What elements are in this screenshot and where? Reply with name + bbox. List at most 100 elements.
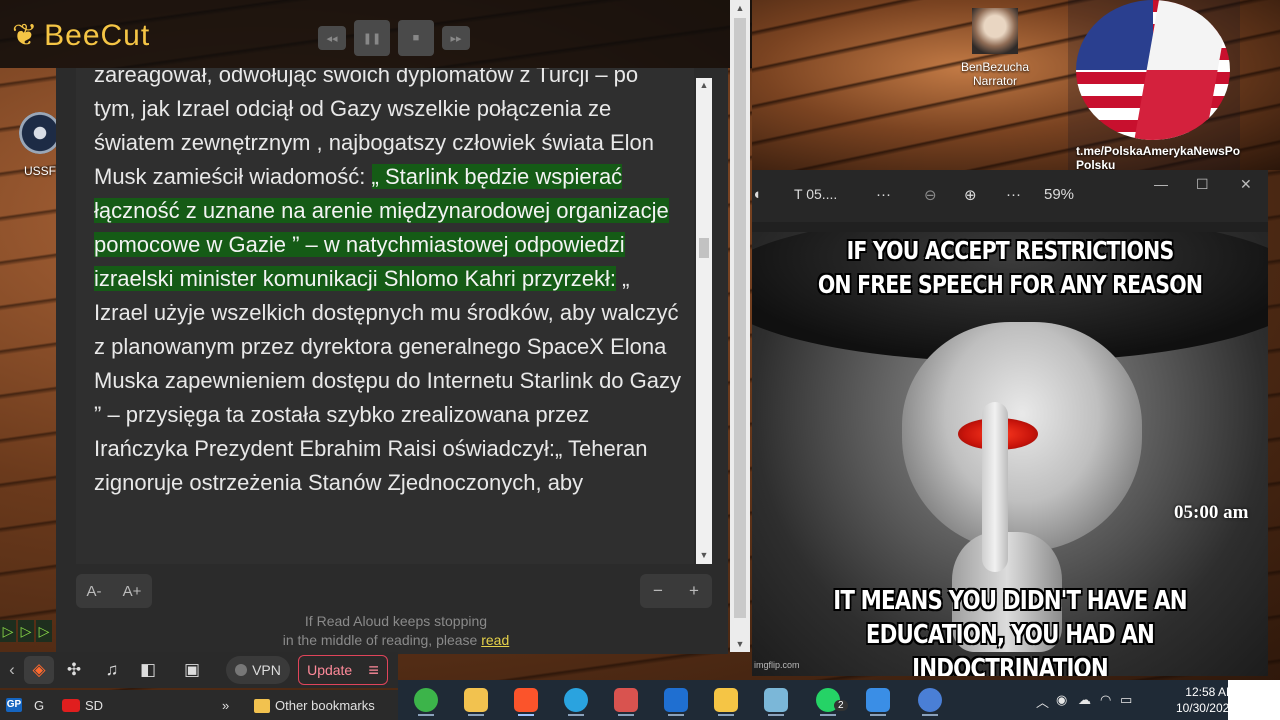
vpn-button[interactable]: VPN [226,656,290,684]
wifi-icon[interactable]: ◠ [1100,692,1111,708]
time-overlay: 05:00 am [1174,502,1249,523]
taskbar-beecut[interactable] [706,684,746,716]
other-bookmarks[interactable]: Other bookmarks [254,698,375,713]
reader-text-after: „ Izrael użyje wszelkich dostępnych mu ś… [94,266,681,495]
meme-bottom-line-2: EDUCATION, YOU HAD AN INDOCTRINATION [865,620,1155,676]
show-desktop-button[interactable] [1228,680,1280,720]
other-bookmarks-label: Other bookmarks [275,698,375,713]
fast-forward-button[interactable]: ▸▸ [442,26,470,50]
onedrive-icon[interactable]: ☁ [1078,692,1091,708]
browser-scrollbar-thumb[interactable] [734,18,746,618]
font-increase-button[interactable]: A+ [123,583,142,600]
zoom-out-button[interactable]: − [653,581,663,601]
tray-app-icon[interactable]: ◉ [1056,692,1067,708]
pause-button[interactable]: ❚❚ [354,20,390,56]
notepad-icon [764,688,788,712]
photo-viewer-titlebar: ◖ T 05.... ··· ⊖ ⊕ ··· 59% — ☐ ✕ [752,170,1268,222]
taskbar-telegram[interactable] [556,684,596,716]
more-options-button-2[interactable]: ··· [1006,186,1021,203]
us-poland-flag-icon [1076,0,1230,140]
bookmark-label: G [34,698,45,713]
bookmarks-bar: GP G SD » Other bookmarks [0,690,398,720]
folder-icon [254,698,270,713]
extensions-icon[interactable]: ✣ [60,656,88,684]
battery-icon[interactable]: ▭ [1120,692,1132,708]
telegram-icon [564,688,588,712]
scroll-down-arrow-icon[interactable]: ▼ [696,550,712,564]
recording-controls: ◂◂ ❚❚ ■ ▸▸ [318,20,470,56]
taskbar-app-11[interactable] [910,684,950,716]
circle-app-icon [918,688,942,712]
meme-bottom-line-1: IT MEANS YOU DIDN'T HAVE AN [833,586,1187,616]
more-options-button[interactable]: ··· [876,186,891,203]
menu-icon: ≡ [368,659,379,680]
windows-taskbar: 2 ︿ ◉ ☁ ◠ ▭ 12:58 AM 10/30/2023 ≡ [398,680,1280,720]
taskbar-file-explorer[interactable] [456,684,496,716]
zoom-out-icon[interactable]: ⊖ [924,186,937,204]
app-icon [614,688,638,712]
notice-read-link[interactable]: read [481,632,509,648]
maximize-button[interactable]: ☐ [1196,176,1209,193]
finger-shape [982,402,1008,572]
app-icon: ◖ [752,186,762,203]
bookmark-sd[interactable]: SD [62,698,103,713]
narrator-photo-icon [972,8,1018,54]
bookmark-gp[interactable]: GP [6,698,22,712]
meme-top-line-1: IF YOU ACCEPT RESTRICTIONS [846,236,1175,265]
zoom-control: − + [640,574,712,608]
reader-scrollbar[interactable]: ▲ ▼ [696,78,712,564]
font-decrease-button[interactable]: A- [87,583,102,600]
taskbar-app-1[interactable] [406,684,446,716]
media-player-icon [664,688,688,712]
bookmarks-overflow-button[interactable]: » [222,698,229,713]
bookmark-g[interactable]: G [34,698,44,713]
zoom-in-button[interactable]: + [689,581,699,601]
taskbar-brave[interactable] [506,684,546,716]
taskbar-app-5[interactable] [606,684,646,716]
scroll-down-arrow-icon[interactable]: ▼ [730,636,750,652]
taskbar-paint[interactable] [858,684,898,716]
desktop-icon-telegram-link[interactable]: t.me/PolskaAmerykaNewsPo Polsku [1068,0,1240,172]
close-button[interactable]: ✕ [1240,176,1252,193]
clock[interactable]: 12:58 AM 10/30/2023 [1166,684,1236,716]
zoom-in-icon[interactable]: ⊕ [964,186,977,204]
beecut-logo-text: BeeCut [44,18,151,52]
update-button[interactable]: Update ≡ [298,655,388,685]
scroll-up-arrow-icon[interactable]: ▲ [730,0,750,16]
watermark: imgflip.com [754,660,800,670]
reader-text-area[interactable]: zareagował, odwołując swoich dyplomatów … [76,68,694,564]
gp-icon: GP [6,698,22,712]
vpn-status-icon [235,664,248,676]
photo-viewer-window: ◖ T 05.... ··· ⊖ ⊕ ··· 59% — ☐ ✕ IF YOU … [752,170,1268,676]
scroll-up-arrow-icon[interactable]: ▲ [696,80,712,94]
reader-scrollbar-thumb[interactable] [699,238,709,258]
meme-top-line-2: ON FREE SPEECH FOR ANY REASON [817,270,1203,299]
beecut-toolbar: ❦ BeeCut ◂◂ ❚❚ ■ ▸▸ [0,0,752,68]
meme-bottom-text: IT MEANS YOU DIDN'T HAVE AN EDUCATION, Y… [798,584,1221,676]
brave-shields-icon[interactable]: ◈ [24,656,54,684]
music-icon[interactable]: ♫ [98,656,126,684]
browser-toolbar: ‹ ◈ ✣ ♫ ◧ ▣ VPN Update ≡ [0,652,398,688]
beecut-logo: ❦ BeeCut [12,18,150,53]
taskbar-whatsapp[interactable]: 2 [808,684,848,716]
wallet-icon[interactable]: ▣ [178,656,206,684]
media-arrows-icon: ▷ ▷ ▷ [0,618,56,644]
minimize-button[interactable]: — [1154,176,1168,192]
read-aloud-panel: zareagował, odwołując swoich dyplomatów … [56,68,728,654]
green-app-icon [414,688,438,712]
bookmark-label: SD [85,698,104,713]
zoom-level: 59% [1044,186,1075,203]
stop-button[interactable]: ■ [398,20,434,56]
font-size-control: A- A+ [76,574,152,608]
ussf-logo-icon [19,112,61,154]
taskbar-notepad[interactable] [756,684,796,716]
sidebar-panel-icon[interactable]: ◧ [134,656,162,684]
rewind-button[interactable]: ◂◂ [318,26,346,50]
sidebar-toggle-icon[interactable]: ‹ [4,656,20,684]
desktop-icon-narrator[interactable]: BenBezucha Narrator [957,8,1033,88]
reader-text: zareagował, odwołując swoich dyplomatów … [94,68,684,500]
taskbar-media-player[interactable] [656,684,696,716]
browser-scrollbar[interactable]: ▲ ▼ [730,0,750,652]
notice-line-1: If Read Aloud keeps stopping [304,613,488,629]
show-hidden-icons-icon[interactable]: ︿ [1036,692,1049,711]
